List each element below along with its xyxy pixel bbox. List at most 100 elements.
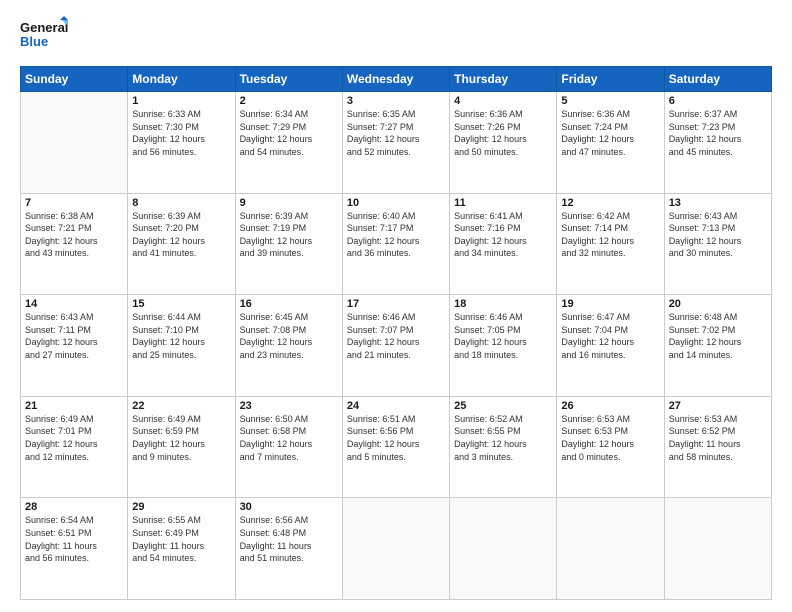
cell-info: Sunrise: 6:47 AMSunset: 7:04 PMDaylight:… bbox=[561, 311, 659, 361]
calendar-cell: 3Sunrise: 6:35 AMSunset: 7:27 PMDaylight… bbox=[342, 92, 449, 194]
cell-info: Sunrise: 6:45 AMSunset: 7:08 PMDaylight:… bbox=[240, 311, 338, 361]
day-number: 3 bbox=[347, 95, 445, 107]
day-number: 19 bbox=[561, 298, 659, 310]
calendar-cell: 15Sunrise: 6:44 AMSunset: 7:10 PMDayligh… bbox=[128, 295, 235, 397]
calendar-cell: 7Sunrise: 6:38 AMSunset: 7:21 PMDaylight… bbox=[21, 193, 128, 295]
calendar-cell: 8Sunrise: 6:39 AMSunset: 7:20 PMDaylight… bbox=[128, 193, 235, 295]
calendar-cell: 23Sunrise: 6:50 AMSunset: 6:58 PMDayligh… bbox=[235, 396, 342, 498]
day-number: 29 bbox=[132, 501, 230, 513]
day-number: 13 bbox=[669, 197, 767, 209]
day-number: 5 bbox=[561, 95, 659, 107]
cell-info: Sunrise: 6:35 AMSunset: 7:27 PMDaylight:… bbox=[347, 108, 445, 158]
calendar-col-thursday: Thursday bbox=[450, 67, 557, 92]
cell-info: Sunrise: 6:36 AMSunset: 7:24 PMDaylight:… bbox=[561, 108, 659, 158]
calendar-cell: 22Sunrise: 6:49 AMSunset: 6:59 PMDayligh… bbox=[128, 396, 235, 498]
calendar-cell bbox=[557, 498, 664, 600]
cell-info: Sunrise: 6:44 AMSunset: 7:10 PMDaylight:… bbox=[132, 311, 230, 361]
day-number: 27 bbox=[669, 400, 767, 412]
calendar-header-row: SundayMondayTuesdayWednesdayThursdayFrid… bbox=[21, 67, 772, 92]
cell-info: Sunrise: 6:38 AMSunset: 7:21 PMDaylight:… bbox=[25, 210, 123, 260]
calendar-cell: 11Sunrise: 6:41 AMSunset: 7:16 PMDayligh… bbox=[450, 193, 557, 295]
cell-info: Sunrise: 6:52 AMSunset: 6:55 PMDaylight:… bbox=[454, 413, 552, 463]
day-number: 24 bbox=[347, 400, 445, 412]
day-number: 18 bbox=[454, 298, 552, 310]
calendar-cell bbox=[450, 498, 557, 600]
header: General Blue bbox=[20, 16, 772, 56]
calendar-col-monday: Monday bbox=[128, 67, 235, 92]
day-number: 8 bbox=[132, 197, 230, 209]
cell-info: Sunrise: 6:42 AMSunset: 7:14 PMDaylight:… bbox=[561, 210, 659, 260]
calendar-cell: 27Sunrise: 6:53 AMSunset: 6:52 PMDayligh… bbox=[664, 396, 771, 498]
calendar-col-friday: Friday bbox=[557, 67, 664, 92]
day-number: 12 bbox=[561, 197, 659, 209]
cell-info: Sunrise: 6:49 AMSunset: 7:01 PMDaylight:… bbox=[25, 413, 123, 463]
day-number: 25 bbox=[454, 400, 552, 412]
cell-info: Sunrise: 6:40 AMSunset: 7:17 PMDaylight:… bbox=[347, 210, 445, 260]
day-number: 23 bbox=[240, 400, 338, 412]
calendar-cell: 4Sunrise: 6:36 AMSunset: 7:26 PMDaylight… bbox=[450, 92, 557, 194]
calendar-col-tuesday: Tuesday bbox=[235, 67, 342, 92]
calendar-cell: 29Sunrise: 6:55 AMSunset: 6:49 PMDayligh… bbox=[128, 498, 235, 600]
day-number: 30 bbox=[240, 501, 338, 513]
day-number: 26 bbox=[561, 400, 659, 412]
page: General Blue SundayMondayTuesdayWednesda… bbox=[0, 0, 792, 612]
week-row-3: 21Sunrise: 6:49 AMSunset: 7:01 PMDayligh… bbox=[21, 396, 772, 498]
calendar-cell: 25Sunrise: 6:52 AMSunset: 6:55 PMDayligh… bbox=[450, 396, 557, 498]
calendar-col-sunday: Sunday bbox=[21, 67, 128, 92]
day-number: 15 bbox=[132, 298, 230, 310]
day-number: 9 bbox=[240, 197, 338, 209]
calendar-col-wednesday: Wednesday bbox=[342, 67, 449, 92]
day-number: 14 bbox=[25, 298, 123, 310]
cell-info: Sunrise: 6:53 AMSunset: 6:52 PMDaylight:… bbox=[669, 413, 767, 463]
day-number: 28 bbox=[25, 501, 123, 513]
day-number: 2 bbox=[240, 95, 338, 107]
calendar-cell: 30Sunrise: 6:56 AMSunset: 6:48 PMDayligh… bbox=[235, 498, 342, 600]
cell-info: Sunrise: 6:50 AMSunset: 6:58 PMDaylight:… bbox=[240, 413, 338, 463]
calendar-cell: 19Sunrise: 6:47 AMSunset: 7:04 PMDayligh… bbox=[557, 295, 664, 397]
cell-info: Sunrise: 6:51 AMSunset: 6:56 PMDaylight:… bbox=[347, 413, 445, 463]
cell-info: Sunrise: 6:46 AMSunset: 7:05 PMDaylight:… bbox=[454, 311, 552, 361]
cell-info: Sunrise: 6:41 AMSunset: 7:16 PMDaylight:… bbox=[454, 210, 552, 260]
logo-svg: General Blue bbox=[20, 16, 70, 56]
day-number: 10 bbox=[347, 197, 445, 209]
calendar-cell: 24Sunrise: 6:51 AMSunset: 6:56 PMDayligh… bbox=[342, 396, 449, 498]
day-number: 21 bbox=[25, 400, 123, 412]
cell-info: Sunrise: 6:36 AMSunset: 7:26 PMDaylight:… bbox=[454, 108, 552, 158]
svg-text:General: General bbox=[20, 20, 68, 35]
svg-text:Blue: Blue bbox=[20, 34, 48, 49]
week-row-4: 28Sunrise: 6:54 AMSunset: 6:51 PMDayligh… bbox=[21, 498, 772, 600]
calendar-cell: 2Sunrise: 6:34 AMSunset: 7:29 PMDaylight… bbox=[235, 92, 342, 194]
day-number: 1 bbox=[132, 95, 230, 107]
day-number: 7 bbox=[25, 197, 123, 209]
calendar-cell: 17Sunrise: 6:46 AMSunset: 7:07 PMDayligh… bbox=[342, 295, 449, 397]
calendar-cell: 18Sunrise: 6:46 AMSunset: 7:05 PMDayligh… bbox=[450, 295, 557, 397]
cell-info: Sunrise: 6:37 AMSunset: 7:23 PMDaylight:… bbox=[669, 108, 767, 158]
calendar-cell: 5Sunrise: 6:36 AMSunset: 7:24 PMDaylight… bbox=[557, 92, 664, 194]
calendar-cell bbox=[21, 92, 128, 194]
cell-info: Sunrise: 6:43 AMSunset: 7:13 PMDaylight:… bbox=[669, 210, 767, 260]
calendar-cell: 21Sunrise: 6:49 AMSunset: 7:01 PMDayligh… bbox=[21, 396, 128, 498]
cell-info: Sunrise: 6:43 AMSunset: 7:11 PMDaylight:… bbox=[25, 311, 123, 361]
cell-info: Sunrise: 6:53 AMSunset: 6:53 PMDaylight:… bbox=[561, 413, 659, 463]
calendar-table: SundayMondayTuesdayWednesdayThursdayFrid… bbox=[20, 66, 772, 600]
day-number: 17 bbox=[347, 298, 445, 310]
cell-info: Sunrise: 6:49 AMSunset: 6:59 PMDaylight:… bbox=[132, 413, 230, 463]
calendar-cell: 26Sunrise: 6:53 AMSunset: 6:53 PMDayligh… bbox=[557, 396, 664, 498]
day-number: 6 bbox=[669, 95, 767, 107]
cell-info: Sunrise: 6:56 AMSunset: 6:48 PMDaylight:… bbox=[240, 514, 338, 564]
day-number: 20 bbox=[669, 298, 767, 310]
cell-info: Sunrise: 6:39 AMSunset: 7:20 PMDaylight:… bbox=[132, 210, 230, 260]
calendar-cell: 1Sunrise: 6:33 AMSunset: 7:30 PMDaylight… bbox=[128, 92, 235, 194]
calendar-col-saturday: Saturday bbox=[664, 67, 771, 92]
cell-info: Sunrise: 6:46 AMSunset: 7:07 PMDaylight:… bbox=[347, 311, 445, 361]
day-number: 11 bbox=[454, 197, 552, 209]
calendar-cell: 10Sunrise: 6:40 AMSunset: 7:17 PMDayligh… bbox=[342, 193, 449, 295]
week-row-1: 7Sunrise: 6:38 AMSunset: 7:21 PMDaylight… bbox=[21, 193, 772, 295]
calendar-cell: 14Sunrise: 6:43 AMSunset: 7:11 PMDayligh… bbox=[21, 295, 128, 397]
calendar-cell: 12Sunrise: 6:42 AMSunset: 7:14 PMDayligh… bbox=[557, 193, 664, 295]
calendar-cell: 16Sunrise: 6:45 AMSunset: 7:08 PMDayligh… bbox=[235, 295, 342, 397]
cell-info: Sunrise: 6:34 AMSunset: 7:29 PMDaylight:… bbox=[240, 108, 338, 158]
cell-info: Sunrise: 6:54 AMSunset: 6:51 PMDaylight:… bbox=[25, 514, 123, 564]
calendar-cell: 20Sunrise: 6:48 AMSunset: 7:02 PMDayligh… bbox=[664, 295, 771, 397]
calendar-cell: 13Sunrise: 6:43 AMSunset: 7:13 PMDayligh… bbox=[664, 193, 771, 295]
